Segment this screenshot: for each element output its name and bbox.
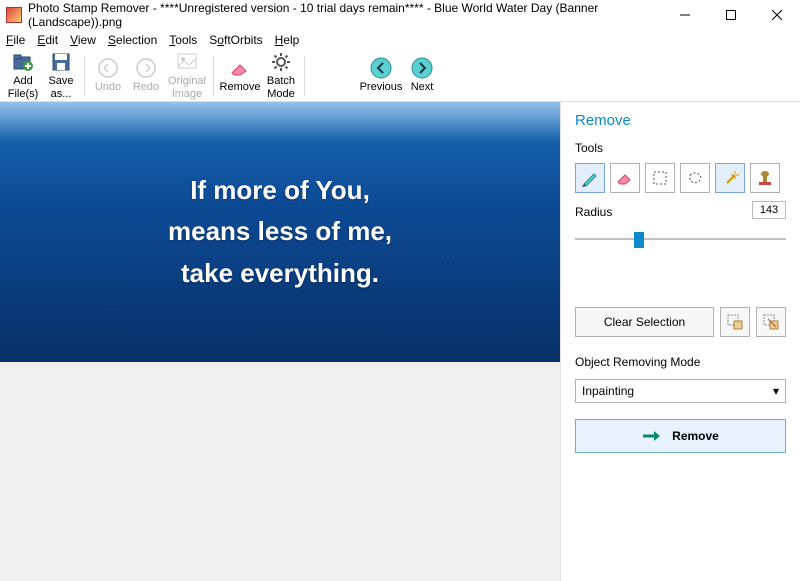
menu-bar: File Edit View Selection Tools SoftOrbit… [0, 30, 800, 50]
tools-label: Tools [575, 141, 786, 155]
menu-tools[interactable]: Tools [169, 33, 197, 47]
menu-help[interactable]: Help [275, 33, 300, 47]
menu-edit[interactable]: Edit [37, 33, 58, 47]
toolbar: Add File(s) Save as... Undo Redo Origina… [0, 50, 800, 102]
original-image-button[interactable]: Original Image [165, 51, 209, 101]
radius-slider[interactable] [575, 229, 786, 249]
image-text-overlay: If more of You, means less of me, take e… [0, 102, 560, 362]
minimize-button[interactable] [662, 0, 708, 30]
panel-title: Remove [575, 112, 786, 129]
close-button[interactable] [754, 0, 800, 30]
reselect-button[interactable] [756, 307, 786, 337]
undo-icon [97, 57, 119, 79]
window-title: Photo Stamp Remover - ****Unregistered v… [28, 1, 662, 29]
chevron-down-icon: ▾ [773, 384, 779, 398]
marker-tool[interactable] [575, 163, 605, 193]
radius-label: Radius [575, 205, 612, 219]
radius-value[interactable]: 143 [752, 201, 786, 219]
mode-select[interactable]: Inpainting ▾ [575, 379, 786, 403]
menu-softorbits[interactable]: SoftOrbits [209, 33, 262, 47]
slider-thumb[interactable] [634, 232, 644, 248]
next-icon [411, 57, 433, 79]
redo-icon [135, 57, 157, 79]
menu-file[interactable]: File [6, 33, 25, 47]
magic-wand-tool[interactable] [715, 163, 745, 193]
canvas-area: If more of You, means less of me, take e… [0, 102, 560, 581]
redo-button[interactable]: Redo [127, 51, 165, 101]
app-icon [6, 7, 22, 23]
title-bar: Photo Stamp Remover - ****Unregistered v… [0, 0, 800, 30]
save-as-button[interactable]: Save as... [42, 51, 80, 101]
deselect-button[interactable] [720, 307, 750, 337]
stamp-tool[interactable] [750, 163, 780, 193]
eraser-icon [229, 57, 251, 79]
add-files-button[interactable]: Add File(s) [4, 51, 42, 101]
gear-icon [270, 51, 292, 73]
tools-row [575, 163, 786, 193]
image-view[interactable]: If more of You, means less of me, take e… [0, 102, 560, 362]
window-controls [662, 0, 800, 30]
clear-selection-button[interactable]: Clear Selection [575, 307, 714, 337]
add-files-icon [12, 51, 34, 73]
lasso-tool[interactable] [680, 163, 710, 193]
remove-button[interactable]: Remove [575, 419, 786, 453]
original-icon [176, 51, 198, 73]
main-body: If more of You, means less of me, take e… [0, 102, 800, 581]
mode-label: Object Removing Mode [575, 355, 786, 369]
eraser-tool[interactable] [610, 163, 640, 193]
menu-view[interactable]: View [70, 33, 96, 47]
previous-icon [370, 57, 392, 79]
undo-button[interactable]: Undo [89, 51, 127, 101]
side-panel: Remove Tools Radius 143 Clear Selection … [560, 102, 800, 581]
menu-selection[interactable]: Selection [108, 33, 157, 47]
remove-toolbar-button[interactable]: Remove [218, 51, 262, 101]
maximize-button[interactable] [708, 0, 754, 30]
save-icon [50, 51, 72, 73]
rect-select-tool[interactable] [645, 163, 675, 193]
arrow-right-icon [642, 430, 662, 442]
previous-button[interactable]: Previous [359, 51, 403, 101]
batch-mode-button[interactable]: Batch Mode [262, 51, 300, 101]
next-button[interactable]: Next [403, 51, 441, 101]
